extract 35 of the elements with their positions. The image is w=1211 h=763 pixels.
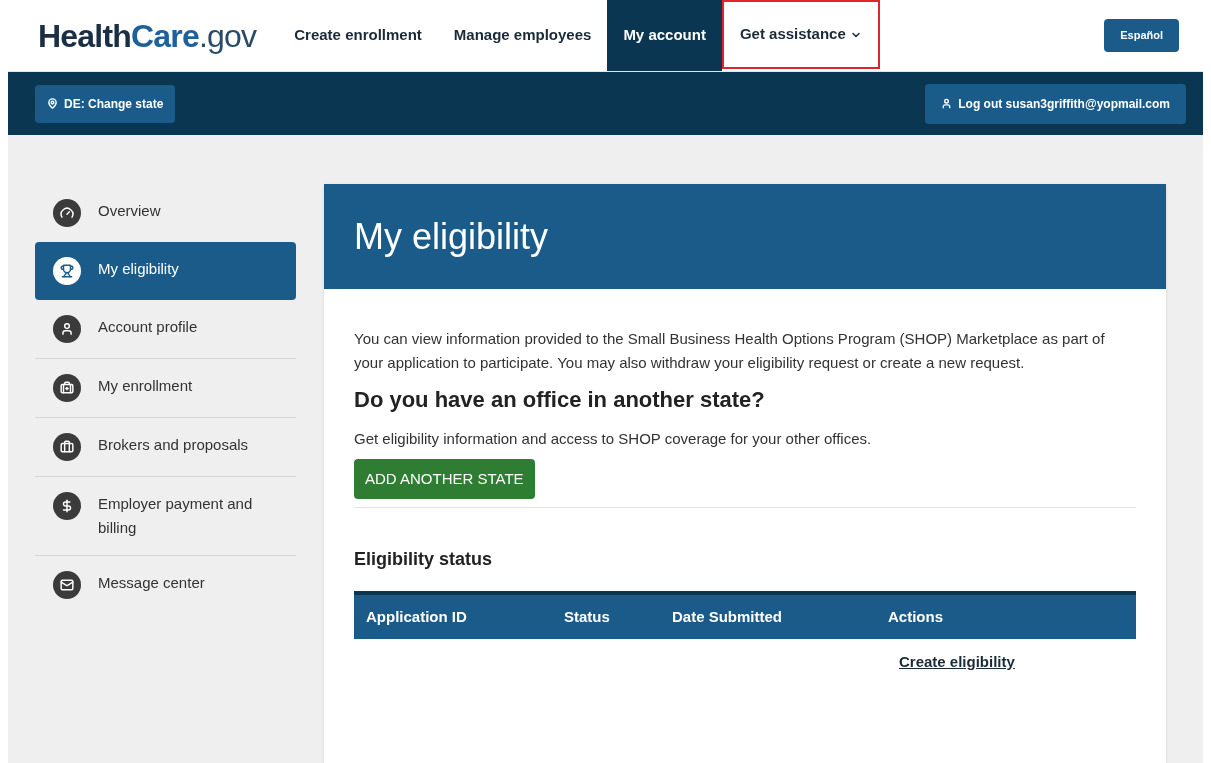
medical-kit-icon: [53, 374, 81, 402]
sidebar-item[interactable]: Overview: [35, 184, 296, 242]
create-eligibility-link[interactable]: Create eligibility: [899, 651, 1015, 674]
sidebar-item[interactable]: Employer payment and billing: [35, 477, 296, 556]
office-heading: Do you have an office in another state?: [354, 386, 766, 414]
nav-tab[interactable]: Create enrollment: [278, 0, 438, 71]
status-heading: Eligibility status: [354, 548, 494, 571]
nav-tab[interactable]: My account: [607, 0, 722, 71]
column-header: Actions: [887, 606, 943, 627]
column-header: Date Submitted: [671, 606, 783, 627]
trophy-icon: [53, 257, 81, 285]
map-pin-icon: [47, 98, 58, 109]
add-state-button[interactable]: ADD ANOTHER STATE: [354, 458, 535, 499]
sidebar-item[interactable]: Message center: [35, 556, 296, 614]
logo[interactable]: HealthCare.gov: [38, 11, 257, 60]
language-button[interactable]: Español: [1104, 19, 1179, 52]
sidebar-item[interactable]: Brokers and proposals: [35, 418, 296, 477]
column-header: Application ID: [365, 606, 468, 627]
change-state-button[interactable]: DE: Change state: [35, 84, 176, 123]
nav-tab[interactable]: Get assistance: [721, 0, 880, 69]
sidebar-item[interactable]: My enrollment: [35, 359, 296, 418]
title-banner: My eligibility: [324, 184, 1166, 289]
nav-tab[interactable]: Manage employees: [437, 0, 608, 71]
user-icon: [53, 315, 81, 343]
user-icon: [941, 98, 953, 109]
gauge-icon: [53, 199, 81, 227]
column-header: Status: [563, 606, 611, 627]
mail-icon: [53, 571, 81, 599]
sidebar-item[interactable]: Account profile: [35, 300, 296, 359]
briefcase-icon: [53, 433, 81, 461]
office-text: Get eligibility information and access to SHOP coverage for your other offices.: [354, 429, 873, 449]
sidebar-item[interactable]: My eligibility: [35, 242, 296, 300]
logout-button[interactable]: Log out susan3griffith@yopmail.com: [925, 83, 1186, 124]
intro-text: You can view information provided to the Small Business Health Options Program (SHOP) Marketplace as part of your application to participate. You may also withdraw your eligibility request or create a new request.: [354, 329, 1106, 373]
dollar-icon: [53, 492, 81, 520]
